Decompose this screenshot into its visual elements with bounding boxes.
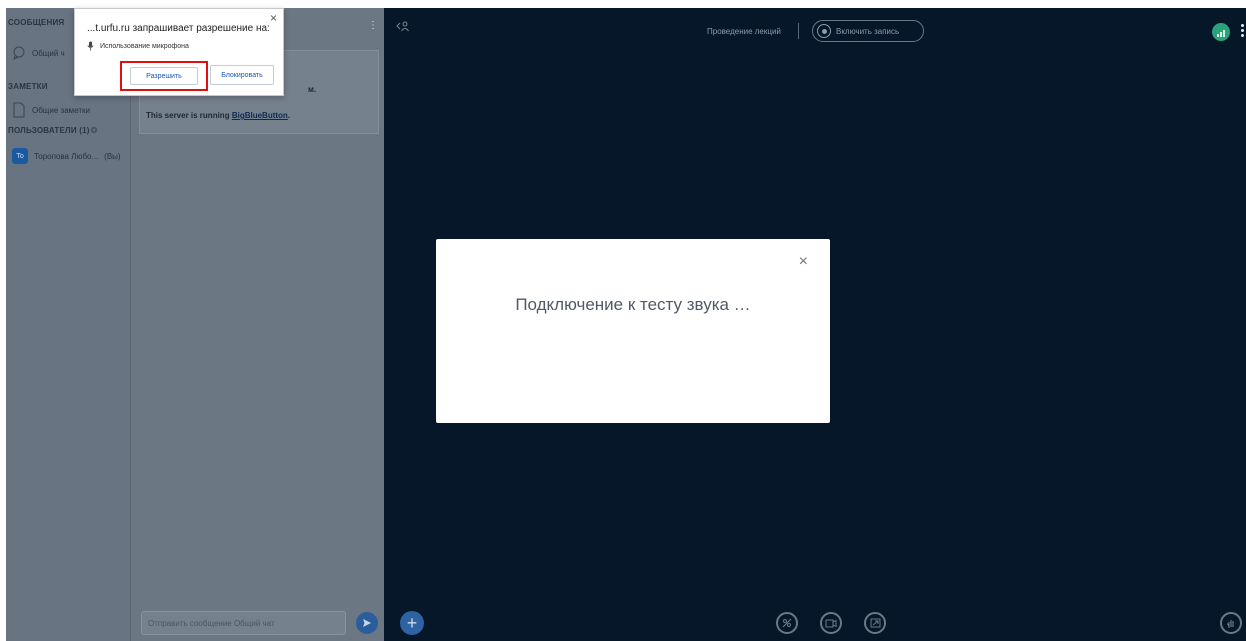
user-list-panel: СООБЩЕНИЯ Общий ч ЗАМЕТКИ Общие заметки … — [6, 8, 131, 641]
notes-icon — [13, 102, 25, 118]
welcome-line-2-end: . — [287, 111, 291, 120]
header-divider — [798, 23, 799, 39]
camera-icon — [825, 619, 837, 627]
modal-close-button[interactable]: × — [799, 253, 808, 271]
user-row[interactable]: То Торопова Любо... (Вы) — [12, 148, 121, 164]
welcome-line-2: This server is running BigBlueButton. — [146, 111, 290, 120]
shared-notes-item[interactable]: Общие заметки — [12, 102, 90, 118]
permission-subtitle: Использование микрофона — [100, 42, 189, 50]
screenshare-button[interactable] — [864, 612, 886, 634]
permission-title: ...t.urfu.ru запрашивает разрешение на: — [87, 23, 270, 34]
video-button[interactable] — [820, 612, 842, 634]
user-you-tag: (Вы) — [104, 151, 121, 161]
chat-options-icon[interactable]: ⋮ — [368, 20, 378, 31]
allow-button[interactable]: Разрешить — [130, 67, 198, 85]
audio-test-modal: × Подключение к тесту звука … — [436, 239, 830, 423]
notes-section-title: ЗАМЕТКИ — [8, 82, 48, 91]
audio-button[interactable] — [776, 612, 798, 634]
record-button[interactable]: Включить запись — [812, 20, 924, 42]
record-icon — [817, 24, 831, 38]
public-chat-item[interactable]: Общий ч — [12, 46, 65, 60]
more-options-icon[interactable] — [1241, 24, 1245, 37]
messages-section-title: СООБЩЕНИЯ — [8, 18, 65, 27]
shared-notes-label: Общие заметки — [32, 105, 90, 115]
permission-close-button[interactable]: × — [270, 11, 277, 25]
user-name: Торопова Любо... — [34, 151, 99, 161]
hand-icon — [1226, 619, 1234, 628]
connection-status-icon[interactable] — [1212, 23, 1230, 41]
toggle-userlist-icon[interactable] — [396, 20, 410, 32]
gear-icon[interactable] — [89, 125, 99, 135]
audio-off-icon — [782, 618, 792, 628]
users-section-title: ПОЛЬЗОВАТЕЛИ (1) — [8, 126, 90, 135]
meeting-title: Проведение лекций — [707, 27, 781, 36]
welcome-line-1: м. — [308, 85, 317, 94]
send-button[interactable] — [356, 612, 378, 634]
mic-permission-popup: × ...t.urfu.ru запрашивает разрешение на… — [74, 8, 284, 96]
screenshare-icon — [870, 618, 880, 628]
actions-plus-button[interactable]: + — [400, 611, 424, 635]
public-chat-label: Общий ч — [32, 48, 65, 58]
chat-message-input[interactable]: Отправить сообщение Общий чат — [141, 611, 346, 635]
microphone-icon — [87, 41, 94, 51]
modal-message: Подключение к тесту звука … — [515, 295, 751, 314]
send-icon — [363, 619, 371, 627]
record-label: Включить запись — [836, 26, 900, 36]
raise-hand-button[interactable] — [1220, 612, 1242, 634]
bbb-link[interactable]: BigBlueButton — [232, 111, 288, 120]
top-border — [0, 0, 1246, 8]
chat-panel: ⋮ м. This server is running BigBlueButto… — [131, 8, 384, 641]
welcome-line-2-text: This server is running — [146, 111, 232, 120]
avatar: То — [12, 148, 28, 164]
chat-icon — [13, 46, 25, 60]
block-button[interactable]: Блокировать — [210, 65, 274, 85]
permission-subtitle-row: Использование микрофона — [87, 41, 189, 51]
